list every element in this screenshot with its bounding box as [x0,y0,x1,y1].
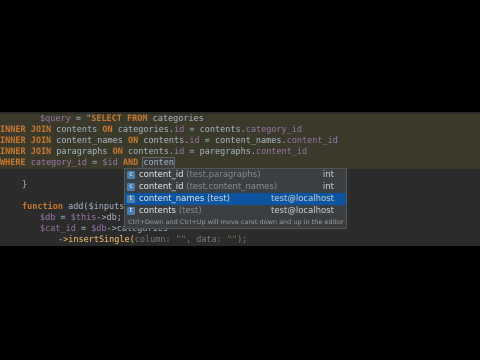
completion-item-context: (test) [178,206,202,216]
code-token: id [189,136,200,146]
code-token: category_id [25,158,88,168]
code-token: $db [40,213,56,223]
code-token: $db [91,224,107,234]
code-token: id [174,125,185,135]
code-token: } [22,180,28,190]
completion-item-context: (test.content_names) [186,182,278,192]
param-hint: data: [196,235,222,245]
code-token: "", [170,235,197,245]
code-token: contents. [122,147,175,157]
param-hint: column: [134,235,171,245]
code-token: $query [40,114,71,124]
code-token: SELECT FROM [91,114,148,124]
completion-item-selected[interactable]: t content_names (test) test@localhost [125,193,346,205]
completion-item-context: (test) [207,194,230,204]
code-line[interactable]: ->insertSingle(column: "", data: ""); [0,235,480,246]
code-token: content_id [286,136,338,146]
completion-item-type: int [322,170,334,180]
code-token: ->insertSingle( [58,235,135,245]
completion-item-type: test@localhost [271,194,334,204]
completion-item[interactable]: c content_id (test.paragraphs) int [125,169,346,181]
completion-item-name: content_names [139,194,205,204]
code-token: ON [127,136,139,146]
code-token: contents. [138,136,190,146]
completion-popup[interactable]: c content_id (test.paragraphs) int c con… [124,168,347,229]
code-token: $cat_id [40,224,76,234]
code-token: id [174,147,185,157]
completion-item-name: content_id [139,182,184,192]
code-token: $this [70,213,97,223]
column-icon: c [127,183,135,191]
completion-item-context: (test.paragraphs) [186,170,261,180]
code-token: content_names [51,136,128,146]
table-icon: t [127,195,135,203]
text-caret [174,158,176,167]
code-token: INNER JOIN [0,147,52,157]
code-token: = " [70,114,92,124]
code-line[interactable]: $query = "SELECT FROM categories [0,114,480,125]
code-token: categories. [112,125,175,135]
code-line[interactable]: INNER JOIN paragraphs ON contents.id = p… [0,147,480,158]
completion-hint: Ctrl+Down and Ctrl+Up will move caret do… [128,218,344,226]
code-token: contents [51,125,103,135]
code-token: = [55,213,71,223]
code-token: ON [102,125,113,135]
code-token: = [75,224,92,234]
completion-item-name: content_id [139,170,184,180]
completion-item[interactable]: c content_id (test.content_names) int [125,181,346,193]
code-token: category_id [245,125,303,135]
completion-item-type: test@localhost [271,206,334,216]
code-token: = paregraphs. [184,147,256,157]
code-line[interactable]: INNER JOIN contents ON categories.id = c… [0,125,480,136]
code-token: = contents. [184,125,246,135]
code-token: WHERE [0,158,26,168]
code-token: conten [142,157,176,169]
code-token: categories [147,114,204,124]
completion-item[interactable]: t contents (test) test@localhost [125,205,346,217]
code-token: ""); [221,235,248,245]
code-token: AND [117,158,144,168]
code-token: function [22,202,63,212]
code-token: content_id [255,147,308,157]
completion-item-name: contents [139,206,176,216]
table-icon: t [127,207,135,215]
code-token: ->db; [96,213,122,223]
completion-item-type: int [322,182,334,192]
code-token: INNER JOIN [0,136,52,146]
code-token: add($inputs, [62,202,130,212]
code-token: ON [112,147,123,157]
code-token: = [87,158,103,168]
code-token: $id [102,158,118,168]
column-icon: c [127,171,135,179]
code-token: = content_names. [199,136,287,146]
code-token: paragraphs [51,147,113,157]
code-line[interactable]: INNER JOIN content_names ON contents.id … [0,136,480,147]
code-token: INNER JOIN [0,125,52,135]
